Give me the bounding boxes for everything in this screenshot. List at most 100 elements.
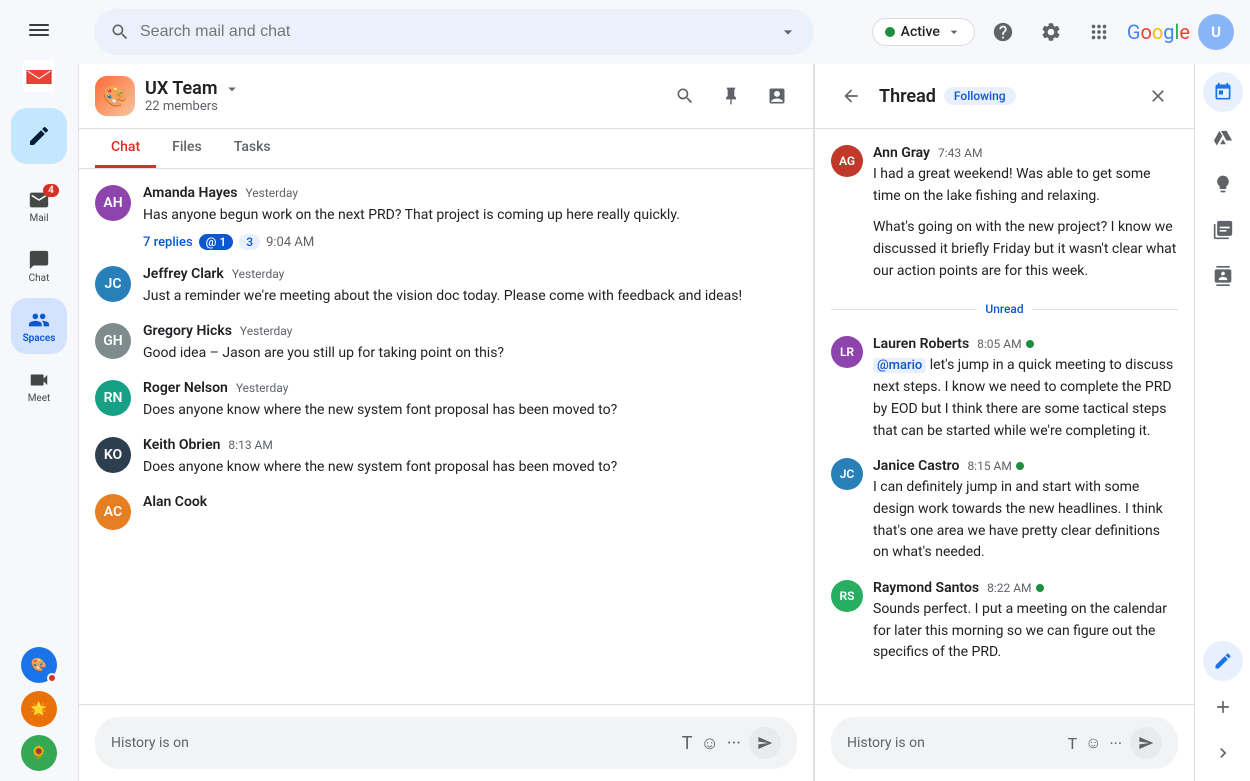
search-icon <box>110 22 130 42</box>
msg-content: Roger Nelson Yesterday Does anyone know … <box>143 380 797 421</box>
pin-button[interactable] <box>711 76 751 116</box>
gmail-logo[interactable] <box>23 60 55 92</box>
emoji-icon[interactable]: ☺ <box>701 733 719 754</box>
conv-header-actions <box>665 76 797 116</box>
conversation-messages: AH Amanda Hayes Yesterday Has anyone beg… <box>79 169 813 704</box>
compose-button[interactable] <box>11 108 67 164</box>
thread-msg-header: Ann Gray 7:43 AM <box>873 145 1178 161</box>
conversation-tabs: Chat Files Tasks <box>79 129 813 169</box>
contacts-icon-button[interactable] <box>1203 256 1243 296</box>
conversation-info: UX Team 22 members <box>145 78 655 114</box>
nav-mail[interactable]: Mail 4 <box>11 178 67 234</box>
message-input-box[interactable]: History is on T ☺ ··· <box>95 717 797 769</box>
msg-content: Alan Cook <box>143 494 797 530</box>
space-avatar: 🎨 <box>95 76 135 116</box>
nav-chat[interactable]: Chat <box>11 238 67 294</box>
keep-icon-button[interactable] <box>1203 164 1243 204</box>
online-indicator <box>1036 584 1044 592</box>
reaction-count: 3 <box>239 234 260 250</box>
expand-right-icon-button[interactable] <box>1203 733 1243 773</box>
msg-content: Jeffrey Clark Yesterday Just a reminder … <box>143 266 797 307</box>
apps-button[interactable] <box>1079 12 1119 52</box>
thread-msg-content: Ann Gray 7:43 AM I had a great weekend! … <box>873 145 1178 282</box>
msg-content: Amanda Hayes Yesterday Has anyone begun … <box>143 185 797 250</box>
emoji-icon[interactable]: ☺ <box>1085 733 1101 753</box>
thread-msg-avatar: LR <box>831 336 863 368</box>
nav-spaces[interactable]: Spaces <box>11 298 67 354</box>
search-box[interactable] <box>94 9 814 55</box>
tab-chat[interactable]: Chat <box>95 129 156 168</box>
conversation-panel: 🎨 UX Team 22 members <box>78 64 814 781</box>
user-profile-avatar[interactable]: U <box>1198 14 1234 50</box>
thread-msg-avatar: JC <box>831 458 863 490</box>
thread-message-item: AG Ann Gray 7:43 AM I had a great weeken… <box>831 145 1178 282</box>
thread-msg-content: Raymond Santos 8:22 AM Sounds perfect. I… <box>873 580 1178 664</box>
msg-avatar: RN <box>95 380 131 416</box>
at-badge: @ 1 <box>199 234 234 250</box>
member-count: 22 members <box>145 99 655 114</box>
close-thread-button[interactable] <box>1138 76 1178 116</box>
msg-avatar: JC <box>95 266 131 302</box>
message-item: AH Amanda Hayes Yesterday Has anyone beg… <box>95 185 797 250</box>
thread-input-box[interactable]: History is on T ☺ ··· <box>831 717 1178 769</box>
more-options-icon[interactable]: ··· <box>727 733 741 754</box>
msg-avatar: AH <box>95 185 131 221</box>
help-button[interactable] <box>983 12 1023 52</box>
msg-header: Amanda Hayes Yesterday <box>143 185 797 201</box>
search-dropdown-icon[interactable] <box>778 22 798 42</box>
tab-tasks[interactable]: Tasks <box>218 129 287 168</box>
user-avatar-2[interactable]: 🌟 <box>21 691 57 727</box>
back-button[interactable] <box>831 76 871 116</box>
message-item: JC Jeffrey Clark Yesterday Just a remind… <box>95 266 797 307</box>
tasks-icon-button[interactable] <box>1203 210 1243 250</box>
thread-panel: Thread Following AG Ann Gray 7:43 AM I h… <box>814 64 1194 781</box>
unread-divider: Unread <box>831 298 1178 320</box>
msg-content: Gregory Hicks Yesterday Good idea – Jaso… <box>143 323 797 364</box>
space-dropdown-icon[interactable] <box>223 80 241 98</box>
search-input[interactable] <box>140 23 768 41</box>
user-avatar-3[interactable]: 🌻 <box>21 735 57 771</box>
thread-message-item: RS Raymond Santos 8:22 AM Sounds perfect… <box>831 580 1178 664</box>
thread-msg-content: Lauren Roberts 8:05 AM @mario let's jump… <box>873 336 1178 442</box>
format-icon[interactable]: T <box>1068 734 1078 753</box>
edit-icon-button[interactable] <box>1203 641 1243 681</box>
divider-line <box>831 309 977 310</box>
online-indicator <box>885 27 895 37</box>
thread-message-item: LR Lauren Roberts 8:05 AM @mario let's j… <box>831 336 1178 442</box>
thread-msg-header: Lauren Roberts 8:05 AM <box>873 336 1178 352</box>
msg-header: Keith Obrien 8:13 AM <box>143 437 797 453</box>
hamburger-button[interactable] <box>19 10 59 50</box>
more-options-button[interactable] <box>757 76 797 116</box>
nav-meet[interactable]: Meet <box>11 358 67 414</box>
thread-msg-avatar: RS <box>831 580 863 612</box>
thread-header: Thread Following <box>815 64 1194 129</box>
divider-line <box>1032 309 1178 310</box>
more-options-icon[interactable]: ··· <box>1109 734 1122 753</box>
calendar-icon-button[interactable] <box>1203 72 1243 112</box>
send-button[interactable] <box>749 727 781 759</box>
thread-input-area: History is on T ☺ ··· <box>815 704 1194 781</box>
msg-avatar: KO <box>95 437 131 473</box>
add-icon-button[interactable] <box>1203 687 1243 727</box>
tab-files[interactable]: Files <box>156 129 218 168</box>
msg-header: Roger Nelson Yesterday <box>143 380 797 396</box>
right-sidebar <box>1194 64 1250 781</box>
settings-button[interactable] <box>1031 12 1071 52</box>
top-bar: Active Google U <box>78 0 1250 64</box>
google-text: Google <box>1127 20 1190 44</box>
drive-icon-button[interactable] <box>1203 118 1243 158</box>
msg-content: Keith Obrien 8:13 AM Does anyone know wh… <box>143 437 797 478</box>
thread-messages: AG Ann Gray 7:43 AM I had a great weeken… <box>815 129 1194 704</box>
active-status-button[interactable]: Active <box>872 18 975 46</box>
message-item: KO Keith Obrien 8:13 AM Does anyone know… <box>95 437 797 478</box>
conversation-header: 🎨 UX Team 22 members <box>79 64 813 129</box>
format-text-icon[interactable]: T <box>682 733 693 754</box>
msg-header: Jeffrey Clark Yesterday <box>143 266 797 282</box>
msg-replies[interactable]: 7 replies @ 1 3 9:04 AM <box>143 234 797 250</box>
search-conv-button[interactable] <box>665 76 705 116</box>
send-thread-button[interactable] <box>1130 727 1162 759</box>
thread-message-item: JC Janice Castro 8:15 AM I can definitel… <box>831 458 1178 564</box>
user-avatar-1[interactable]: 🎨 <box>21 647 57 683</box>
message-item: RN Roger Nelson Yesterday Does anyone kn… <box>95 380 797 421</box>
following-badge[interactable]: Following <box>944 87 1016 105</box>
